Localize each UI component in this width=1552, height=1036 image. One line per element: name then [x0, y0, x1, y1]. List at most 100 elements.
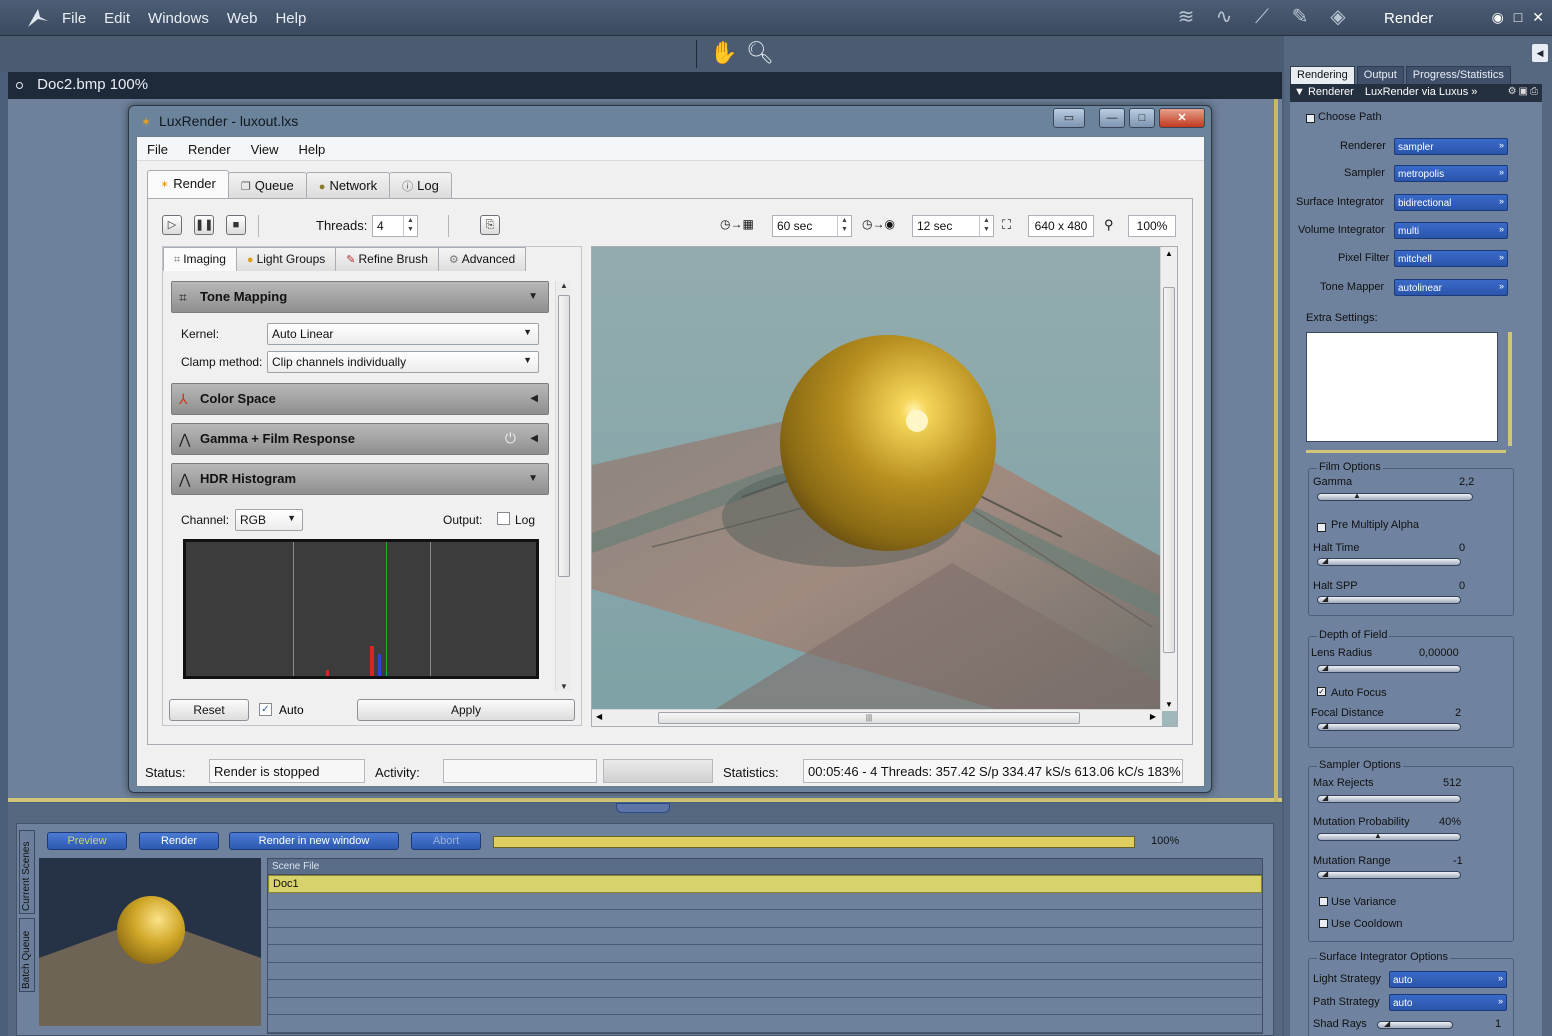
slider-knob[interactable]: ▲: [1374, 832, 1382, 840]
copy-to-clipboard-button[interactable]: ⎘: [480, 215, 500, 235]
pixel-filter-select[interactable]: mitchell»: [1394, 250, 1508, 267]
room-content-icon[interactable]: ✎: [1286, 4, 1314, 30]
choose-path-checkbox[interactable]: [1306, 114, 1315, 123]
light-strategy-select[interactable]: auto»: [1389, 971, 1507, 988]
extra-settings-textarea[interactable]: [1306, 332, 1498, 442]
hand-tool-icon[interactable]: ✋: [710, 40, 737, 66]
close-icon[interactable]: ✕: [1159, 108, 1205, 128]
luxrender-titlebar[interactable]: ✶ LuxRender - luxout.lxs: [129, 106, 1211, 136]
zoom-tool-icon[interactable]: 🔍︎: [746, 40, 774, 66]
zoom-icon[interactable]: ⚲: [1104, 217, 1114, 233]
room-cloth-icon[interactable]: ∿: [1210, 4, 1238, 30]
render-button[interactable]: Render: [139, 832, 219, 850]
menu-file[interactable]: File: [62, 10, 86, 27]
spin-arrows-icon[interactable]: ▲ ▼: [403, 216, 417, 236]
textarea-resize-handle[interactable]: [1508, 332, 1512, 446]
room-hair-icon[interactable]: ≋: [1172, 4, 1200, 30]
stop-render-button[interactable]: ■: [226, 215, 246, 235]
tab-batch-queue[interactable]: Batch Queue: [19, 918, 35, 992]
tab-advanced[interactable]: ⚙ Advanced: [437, 247, 527, 271]
log-checkbox[interactable]: [497, 512, 510, 525]
pause-render-button[interactable]: ❚❚: [194, 215, 214, 235]
renderer-header-tools[interactable]: ⚙▣⎙: [1508, 86, 1540, 97]
close-icon[interactable]: ✕: [1532, 9, 1544, 26]
menu-help[interactable]: Help: [275, 10, 306, 27]
max-rejects-slider[interactable]: ◢: [1317, 794, 1461, 803]
tab-refine-brush[interactable]: ✎ Refine Brush: [335, 247, 439, 271]
slider-knob[interactable]: ◢: [1322, 557, 1330, 565]
slider-knob[interactable]: ◢: [1322, 664, 1330, 672]
renderer-select[interactable]: LuxRender via Luxus: [1365, 86, 1468, 98]
table-row[interactable]: [268, 963, 1262, 980]
spin-arrows-icon[interactable]: ▲ ▼: [837, 216, 851, 236]
tone-mapping-header[interactable]: ⌗ Tone Mapping ▼: [171, 281, 549, 313]
scroll-up-icon[interactable]: ▲: [1165, 249, 1173, 258]
halt-time-slider[interactable]: ◢: [1317, 557, 1461, 566]
menu-web[interactable]: Web: [227, 10, 258, 27]
lens-radius-slider[interactable]: ◢: [1317, 664, 1461, 673]
lux-menu-help[interactable]: Help: [299, 142, 326, 160]
scroll-right-icon[interactable]: ▶: [1150, 712, 1156, 721]
tab-network[interactable]: ● Network: [305, 172, 391, 198]
auto-focus-checkbox[interactable]: ✓: [1317, 687, 1326, 696]
shad-rays-slider[interactable]: ◢: [1377, 1020, 1453, 1029]
panel-resize-grip[interactable]: [616, 803, 670, 813]
start-render-button[interactable]: ▷: [162, 215, 182, 235]
use-variance-checkbox[interactable]: [1319, 897, 1328, 906]
textarea-resize-handle[interactable]: [1306, 450, 1506, 453]
reset-button[interactable]: Reset: [169, 699, 249, 721]
color-space-header[interactable]: ⅄ Color Space ◀: [171, 383, 549, 415]
mutation-probability-slider[interactable]: ▲: [1317, 832, 1461, 841]
imaging-scrollbar[interactable]: ▲ ▼: [555, 281, 571, 691]
use-cooldown-checkbox[interactable]: [1319, 919, 1328, 928]
restore-icon[interactable]: ▭: [1053, 108, 1085, 128]
path-strategy-select[interactable]: auto»: [1389, 994, 1507, 1011]
slider-knob[interactable]: ◢: [1384, 1020, 1392, 1028]
focal-distance-slider[interactable]: ◢: [1317, 722, 1461, 731]
tab-output[interactable]: Output: [1356, 66, 1404, 84]
renderer-select[interactable]: sampler»: [1394, 138, 1508, 155]
table-row[interactable]: [268, 910, 1262, 928]
scrollbar-thumb[interactable]: [558, 295, 570, 577]
collapse-icon[interactable]: ▼: [1294, 86, 1305, 98]
document-options-icon[interactable]: [16, 81, 23, 89]
scroll-down-icon[interactable]: ▼: [560, 682, 568, 691]
preview-button[interactable]: Preview: [47, 832, 127, 850]
volume-integrator-select[interactable]: multi»: [1394, 222, 1508, 239]
sampler-select[interactable]: metropolis»: [1394, 165, 1508, 182]
mutation-range-slider[interactable]: ◢: [1317, 870, 1461, 879]
hdr-histogram-header[interactable]: ⋀ HDR Histogram ▼: [171, 463, 549, 495]
eye-icon[interactable]: ◉: [1492, 9, 1504, 26]
scroll-up-icon[interactable]: ▲: [560, 281, 568, 290]
tab-light-groups[interactable]: ● Light Groups: [235, 247, 337, 271]
menu-windows[interactable]: Windows: [148, 10, 209, 27]
table-row[interactable]: [268, 928, 1262, 945]
render-viewport[interactable]: ▲ ▼ ◀ ||| ▶: [591, 246, 1178, 727]
slider-knob[interactable]: ◢: [1322, 595, 1330, 603]
table-row[interactable]: [268, 893, 1262, 910]
menu-edit[interactable]: Edit: [104, 10, 130, 27]
clamp-select[interactable]: Clip channels individually ▼: [267, 351, 539, 373]
table-row[interactable]: [268, 1015, 1262, 1033]
abort-button[interactable]: Abort: [411, 832, 481, 850]
table-row[interactable]: [268, 998, 1262, 1015]
panel-options-icon[interactable]: ◀: [1532, 44, 1548, 62]
tab-progress-statistics[interactable]: Progress/Statistics: [1405, 66, 1511, 84]
slider-knob[interactable]: ▲: [1353, 492, 1361, 500]
tab-rendering[interactable]: Rendering: [1290, 66, 1355, 84]
zoom-field[interactable]: 100%: [1128, 215, 1176, 237]
render-new-window-button[interactable]: Render in new window: [229, 832, 399, 850]
kernel-select[interactable]: Auto Linear ▼: [267, 323, 539, 345]
viewport-vertical-scrollbar[interactable]: ▲ ▼: [1160, 247, 1177, 711]
auto-checkbox[interactable]: ✓: [259, 703, 272, 716]
minimize-icon[interactable]: —: [1099, 108, 1125, 128]
tone-mapper-select[interactable]: autolinear»: [1394, 279, 1508, 296]
table-row[interactable]: [268, 980, 1262, 998]
room-render-icon[interactable]: ◈: [1324, 4, 1352, 30]
tab-render[interactable]: ✶ Render: [147, 170, 229, 198]
scrollbar-thumb[interactable]: [1163, 287, 1175, 653]
surface-integrator-select[interactable]: bidirectional»: [1394, 194, 1508, 211]
pre-multiply-alpha-checkbox[interactable]: [1317, 523, 1326, 532]
threads-spinbox[interactable]: 4 ▲ ▼: [372, 215, 418, 237]
table-row[interactable]: Doc1: [268, 875, 1262, 893]
